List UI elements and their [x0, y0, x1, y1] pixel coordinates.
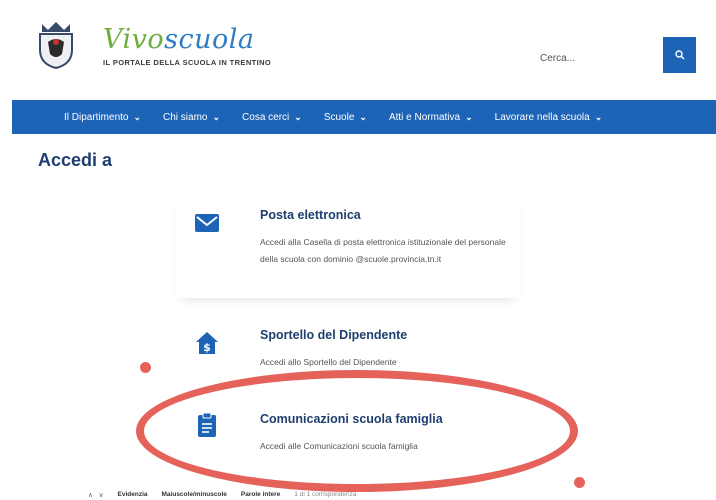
- nav-item-lavorare[interactable]: Lavorare nella scuola ⌄: [495, 112, 603, 123]
- trentino-coat-of-arms-icon[interactable]: [36, 20, 76, 70]
- nav-item-label: Atti e Normativa: [388, 111, 461, 123]
- brand-name-vivo: Vivo: [103, 24, 165, 55]
- search-icon: [674, 50, 684, 60]
- find-previous-button[interactable]: ∧: [88, 491, 93, 499]
- house-dollar-icon: $: [196, 332, 218, 354]
- find-next-button[interactable]: ∨: [99, 491, 104, 499]
- chevron-down-icon: ⌄: [465, 111, 473, 122]
- card-sportello-dipendente[interactable]: $ Sportello del Dipendente Accedi allo S…: [176, 318, 520, 378]
- card-title[interactable]: Posta elettronica: [260, 208, 361, 222]
- nav-item-label: Chi siamo: [163, 111, 208, 123]
- page-title: Accedi a: [38, 150, 113, 170]
- nav-item-cosa-cerci[interactable]: Cosa cerci ⌄: [242, 112, 302, 123]
- site-logo[interactable]: Vivoscuola IL PORTALE DELLA SCUOLA IN TR…: [103, 26, 272, 68]
- chevron-down-icon: ⌄: [294, 111, 302, 122]
- site-header: Vivoscuola IL PORTALE DELLA SCUOLA IN TR…: [0, 0, 716, 98]
- match-case-toggle[interactable]: Maiuscole/minuscole: [162, 491, 227, 498]
- envelope-icon: [195, 214, 219, 232]
- find-bar: ∧ ∨ Evidenzia Maiuscole/minuscole Parole…: [88, 489, 356, 500]
- svg-text:$: $: [203, 341, 211, 354]
- nav-item-label: Cosa cerci: [242, 111, 290, 123]
- card-posta-elettronica[interactable]: Posta elettronica Accedi alla Casella di…: [176, 196, 520, 298]
- main-nav: Il Dipartimento ⌄ Chi siamo ⌄ Cosa cerci ⌄ …: [12, 100, 716, 134]
- search-button[interactable]: [663, 37, 696, 73]
- red-marker-dot: [140, 362, 151, 373]
- nav-item-chi-siamo[interactable]: Chi siamo ⌄: [163, 112, 220, 123]
- chevron-down-icon: ⌄: [594, 111, 603, 122]
- search-input[interactable]: Cerca...: [540, 53, 575, 64]
- nav-item-dipartimento[interactable]: Il Dipartimento ⌄: [64, 112, 141, 123]
- nav-item-label: Lavorare nella scuola: [494, 111, 590, 123]
- whole-words-toggle[interactable]: Parole intere: [241, 491, 280, 498]
- brand-name: Vivoscuola: [103, 26, 271, 54]
- chevron-down-icon: ⌄: [212, 111, 221, 122]
- card-description: Accedi allo Sportello del Dipendente: [260, 357, 397, 367]
- nav-item-label: Il Dipartimento: [64, 111, 129, 123]
- highlight-all-toggle[interactable]: Evidenzia: [118, 491, 148, 498]
- card-description: Accedi alla Casella di posta elettronica…: [260, 237, 506, 264]
- find-result-count: 1 di 1 corrispondenza: [294, 491, 357, 498]
- chevron-down-icon: ⌄: [133, 111, 142, 122]
- card-title[interactable]: Sportello del Dipendente: [260, 328, 407, 342]
- red-highlight-oval: [136, 370, 578, 492]
- brand-name-scuola: scuola: [164, 24, 255, 55]
- nav-item-label: Scuole: [323, 111, 355, 123]
- red-marker-dot: [574, 477, 585, 488]
- nav-item-atti-normativa[interactable]: Atti e Normativa ⌄: [389, 112, 473, 123]
- brand-subtitle: IL PORTALE DELLA SCUOLA IN TRENTINO: [103, 58, 272, 67]
- nav-item-scuole[interactable]: Scuole ⌄: [324, 112, 367, 123]
- chevron-down-icon: ⌄: [359, 111, 367, 122]
